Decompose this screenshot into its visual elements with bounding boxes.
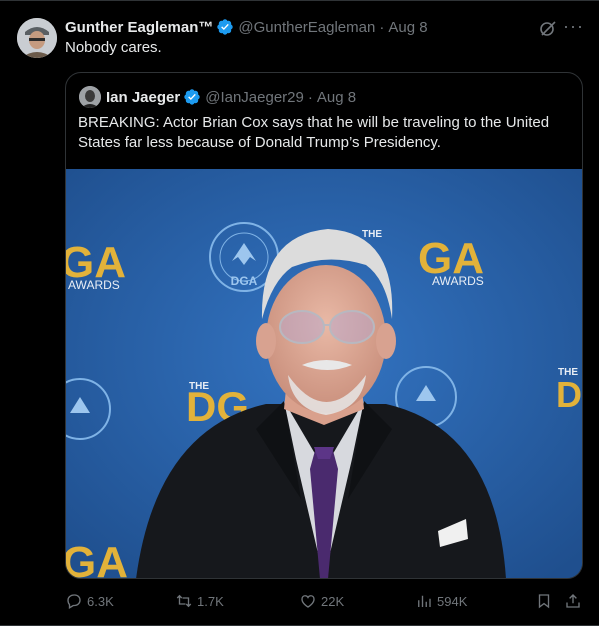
views-count: 594K: [437, 593, 468, 609]
tweet-time[interactable]: Aug 8: [388, 19, 427, 36]
tweet-text: Nobody cares.: [65, 39, 162, 56]
action-bar: 6.3K 1.7K 22K 594K: [65, 591, 585, 611]
author-avatar[interactable]: [17, 18, 57, 58]
photo-illustration: GA AWARDS DGA THE GA AWARDS THE DG THE D…: [66, 169, 582, 579]
backdrop-top-the: THE: [362, 229, 382, 240]
quoted-author-avatar[interactable]: [79, 86, 101, 108]
quoted-tweet[interactable]: Ian Jaeger @IanJaeger29 · Aug 8 BREAKING…: [65, 72, 583, 579]
verified-badge-icon: [217, 19, 234, 35]
views-button[interactable]: 594K: [415, 591, 467, 611]
like-icon: [301, 595, 315, 608]
share-icon: [566, 594, 580, 608]
backdrop-left-sub: AWARDS: [68, 278, 120, 292]
backdrop-top-sub: AWARDS: [432, 274, 484, 288]
reply-count: 6.3K: [87, 593, 114, 609]
quoted-time[interactable]: Aug 8: [317, 89, 356, 106]
backdrop-right-logo: D: [556, 374, 582, 415]
quoted-verified-badge-icon: [184, 89, 200, 105]
author-handle[interactable]: @GuntherEagleman: [238, 19, 375, 36]
tweet[interactable]: Gunther Eagleman™ @GuntherEagleman · Aug…: [0, 0, 599, 626]
quoted-header: Ian Jaeger @IanJaeger29 · Aug 8: [79, 86, 356, 108]
grok-icon[interactable]: [538, 18, 558, 38]
views-icon: [418, 595, 431, 607]
more-icon[interactable]: ···: [563, 17, 583, 38]
author-name[interactable]: Gunther Eagleman™: [65, 19, 213, 36]
backdrop-bottom-logo: GA: [66, 538, 128, 579]
seal-text: DGA: [231, 274, 258, 288]
like-count: 22K: [321, 593, 345, 609]
quoted-text: BREAKING: Actor Brian Cox says that he w…: [78, 114, 550, 151]
quoted-separator-dot: ·: [307, 88, 313, 106]
repost-button[interactable]: 1.7K: [175, 591, 224, 611]
reply-icon: [67, 594, 81, 609]
like-button[interactable]: 22K: [299, 591, 344, 611]
share-button[interactable]: [564, 591, 586, 611]
repost-count: 1.7K: [197, 593, 224, 609]
repost-icon: [176, 594, 192, 608]
reply-button[interactable]: 6.3K: [65, 591, 114, 611]
quoted-photo[interactable]: GA AWARDS DGA THE GA AWARDS THE DG THE D…: [66, 169, 582, 579]
tweet-header: Gunther Eagleman™ @GuntherEagleman · Aug…: [65, 17, 428, 37]
bookmark-button[interactable]: [535, 591, 557, 611]
quoted-author-name[interactable]: Ian Jaeger: [106, 89, 180, 106]
separator-dot: ·: [379, 18, 385, 36]
bookmark-icon: [538, 594, 550, 609]
quoted-author-handle[interactable]: @IanJaeger29: [205, 89, 304, 106]
